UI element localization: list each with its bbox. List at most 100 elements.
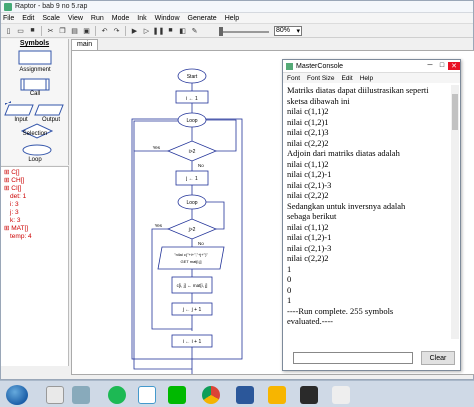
console-menu-font[interactable]: Font — [287, 75, 300, 82]
menu-file[interactable]: File — [3, 15, 14, 22]
toolbar-separator — [95, 25, 96, 36]
toolbar-separator — [41, 25, 42, 36]
flow-yes-label-2: Yes — [155, 223, 163, 228]
symbol-label-selection: Selection — [22, 131, 48, 137]
messenger-icon[interactable] — [138, 386, 156, 404]
execute-icon[interactable]: ▶ — [129, 25, 140, 36]
console-line: 0 — [287, 284, 292, 295]
menu-scale[interactable]: Scale — [42, 15, 60, 22]
menu-mode[interactable]: Mode — [112, 15, 130, 22]
flow-cond-j-label: j>2 — [188, 227, 196, 233]
minimize-icon[interactable]: ─ — [424, 62, 436, 70]
console-menu-font-size[interactable]: Font Size — [307, 75, 334, 82]
maximize-icon[interactable]: □ — [436, 62, 448, 70]
console-line: nilai c(1,2)-1 — [287, 232, 332, 242]
chrome-icon[interactable] — [202, 386, 220, 404]
flow-assign-i-label: i ← 1 — [186, 96, 198, 102]
new-file-icon[interactable]: ▯ — [3, 25, 14, 36]
menu-run[interactable]: Run — [91, 15, 104, 22]
console-line: ----Run complete. 255 symbols — [287, 305, 394, 316]
slider-thumb[interactable] — [219, 26, 223, 36]
zoom-select[interactable]: 80% ▾ — [274, 25, 302, 36]
undo-icon[interactable]: ↶ — [99, 25, 110, 36]
console-line: nilai c(1,1)2 — [287, 221, 329, 232]
cut-icon[interactable]: ✂ — [45, 25, 56, 36]
flow-loop2-label: Loop — [186, 200, 197, 206]
console-line: Matriks diatas dapat diilustrasikan sepe… — [287, 85, 429, 95]
console-output[interactable]: Matriks diatas dapat diilustrasikan sepe… — [287, 85, 450, 339]
close-icon[interactable]: ✕ — [448, 62, 460, 70]
copy-icon[interactable]: ❐ — [57, 25, 68, 36]
flow-loop1-label: Loop — [186, 118, 197, 124]
console-menu-help[interactable]: Help — [360, 75, 373, 82]
loop-symbol[interactable] — [22, 144, 52, 156]
line-icon[interactable] — [168, 386, 186, 404]
speed-slider[interactable] — [219, 26, 269, 36]
menu-generate[interactable]: Generate — [188, 15, 217, 22]
console-line: nilai c(1,2)-1 — [287, 169, 332, 179]
call-symbol[interactable] — [20, 78, 50, 91]
pause-icon[interactable]: ❚❚ — [153, 25, 165, 36]
assignment-symbol[interactable] — [18, 50, 52, 65]
reset-icon[interactable]: ◧ — [177, 25, 188, 36]
variable-item[interactable]: ⊞ MAT[] — [1, 225, 68, 233]
symbols-panel: Symbols Assignment Call Input Output Sel… — [1, 39, 69, 165]
explorer-icon[interactable] — [72, 386, 90, 404]
flow-output[interactable] — [157, 246, 225, 270]
menu-ink[interactable]: Ink — [137, 15, 146, 22]
scrollbar-thumb[interactable] — [452, 94, 458, 130]
menu-edit[interactable]: Edit — [22, 15, 34, 22]
whatsapp-icon[interactable] — [108, 386, 126, 404]
print-icon[interactable]: ▣ — [81, 25, 92, 36]
console-title-bar: MasterConsole ─ □ ✕ — [283, 60, 460, 73]
console-scrollbar[interactable] — [451, 85, 459, 339]
flow-no-label: No — [198, 163, 204, 168]
windows-start-icon[interactable] — [6, 385, 28, 405]
menu-view[interactable]: View — [68, 15, 83, 22]
stop-icon[interactable]: ■ — [165, 25, 176, 36]
search-icon[interactable] — [46, 386, 64, 404]
variable-item[interactable]: ⊞ CI[] — [1, 185, 68, 193]
folder-icon[interactable] — [268, 386, 286, 404]
console-line: Sedangkan untuk inversnya adalah — [287, 200, 406, 211]
variable-item[interactable]: ⊞ C[] — [1, 169, 68, 177]
word-icon[interactable] — [236, 386, 254, 404]
master-console-window[interactable]: MasterConsole ─ □ ✕ Font Font Size Edit … — [282, 59, 461, 371]
console-line: Adjoin dari matriks diatas adalah — [287, 148, 400, 158]
console-line: nilai c(1,1)2 — [287, 158, 329, 169]
step-icon[interactable]: ▷ — [141, 25, 152, 36]
console-line: sketsa dibawah ini — [287, 95, 350, 106]
output-symbol[interactable] — [34, 104, 64, 116]
toolbar: ▯ ▭ ■ ✂ ❐ ▤ ▣ ↶ ↷ ▶ ▷ ❚❚ ■ ◧ ✎ 80% ▾ — [1, 24, 473, 38]
chevron-down-icon: ▾ — [296, 27, 300, 35]
title-bar: Raptor - bab 9 no 5.rap — [1, 1, 473, 13]
flow-assign-j-label: j ← 1 — [185, 176, 198, 182]
open-folder-icon[interactable]: ▭ — [15, 25, 26, 36]
flow-assign-c-label: c[i, j] ← mat[i, j] — [177, 283, 208, 288]
variable-label: i: 3 — [10, 201, 19, 208]
console-line: nilai c(2,1)-3 — [287, 242, 332, 253]
variable-item: i: 3 — [1, 201, 68, 209]
menu-window[interactable]: Window — [155, 15, 180, 22]
save-icon[interactable]: ■ — [27, 25, 38, 36]
clear-button[interactable]: Clear — [421, 351, 455, 365]
menu-help[interactable]: Help — [225, 15, 239, 22]
console-line: nilai c(2,1)-3 — [287, 179, 332, 190]
variable-label: MAT[] — [11, 225, 29, 232]
input-symbol[interactable] — [4, 104, 34, 116]
pen-icon[interactable]: ✎ — [189, 25, 200, 36]
variable-item[interactable]: ⊞ CH[] — [1, 177, 68, 185]
devcpp-icon[interactable] — [300, 386, 318, 404]
console-line: 0 — [287, 274, 292, 284]
window-controls: ─ □ ✕ — [424, 62, 460, 70]
redo-icon[interactable]: ↷ — [111, 25, 122, 36]
paste-icon[interactable]: ▤ — [69, 25, 80, 36]
console-input[interactable] — [293, 352, 413, 364]
tab-main[interactable]: main — [71, 39, 99, 50]
raptor-taskbar-icon[interactable] — [332, 386, 350, 404]
variable-item: det: 1 — [1, 193, 68, 201]
symbol-label-output: Output — [41, 117, 60, 123]
flow-cond-i-label: i>2 — [189, 149, 196, 155]
console-line: nilai c(1,2)1 — [287, 116, 329, 127]
console-menu-edit[interactable]: Edit — [341, 75, 352, 82]
